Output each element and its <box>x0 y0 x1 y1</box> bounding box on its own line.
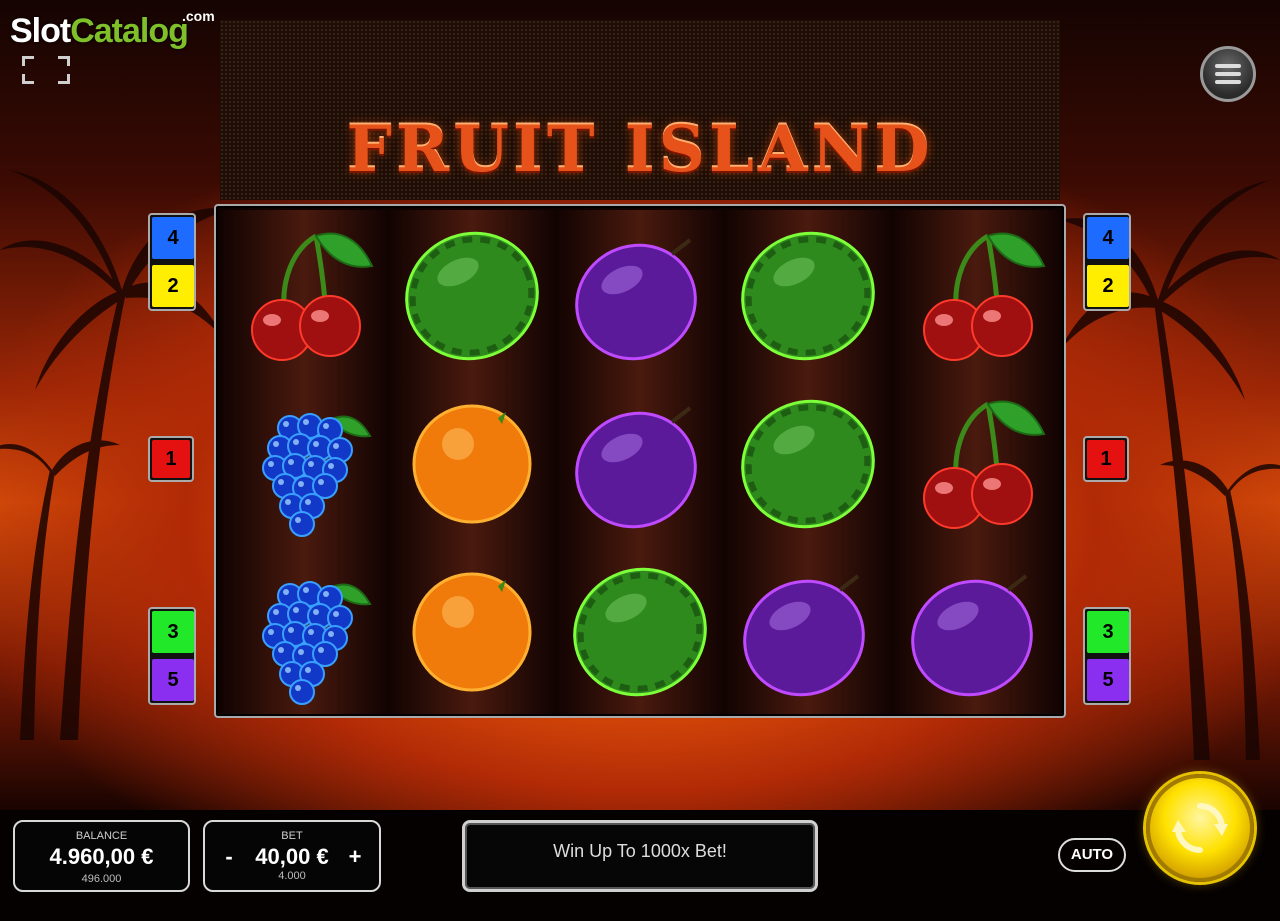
payline-indicator[interactable]: 3 <box>1085 609 1131 655</box>
reel-1 <box>220 210 388 714</box>
payline-group-right-bottom: 3 5 <box>1083 607 1131 705</box>
cherry-symbol <box>220 210 388 378</box>
orange-symbol <box>388 546 556 714</box>
payline-indicator[interactable]: 4 <box>150 215 196 261</box>
payline-indicator[interactable]: 2 <box>1085 263 1131 309</box>
watermark-logo: SlotCatalog .com <box>10 8 215 50</box>
watermelon-symbol <box>388 210 556 378</box>
payline-indicator[interactable]: 5 <box>150 657 196 703</box>
reel-2 <box>388 210 556 714</box>
bet-increase-button[interactable]: + <box>345 844 365 870</box>
menu-button[interactable] <box>1200 46 1256 102</box>
grapes-symbol <box>220 378 388 546</box>
hamburger-icon <box>1215 64 1241 84</box>
cherry-symbol <box>892 378 1060 546</box>
bet-value: 40,00 € <box>255 844 329 869</box>
plum-symbol <box>892 546 1060 714</box>
refresh-icon <box>1172 803 1228 853</box>
fullscreen-icon[interactable] <box>22 56 70 84</box>
autoplay-button[interactable]: AUTO <box>1058 838 1126 872</box>
bet-credits: 4.000 <box>278 870 306 882</box>
reel-5 <box>892 210 1060 714</box>
plum-symbol <box>556 210 724 378</box>
orange-symbol <box>388 378 556 546</box>
payline-group-right-top: 4 2 <box>1083 213 1131 311</box>
spin-button[interactable] <box>1146 774 1254 882</box>
payline-indicator[interactable]: 5 <box>1085 657 1131 703</box>
watermelon-symbol <box>556 546 724 714</box>
payline-indicator[interactable]: 1 <box>148 436 194 482</box>
balance-credits: 496.000 <box>81 873 122 885</box>
bet-panel: BET - 40,00 € + 4.000 <box>203 820 381 892</box>
payline-indicator[interactable]: 3 <box>150 609 196 655</box>
bet-decrease-button[interactable]: - <box>219 844 239 870</box>
bet-label: BET <box>281 830 303 842</box>
game-title: FRUIT ISLAND <box>346 112 934 187</box>
payline-group-left-top: 4 2 <box>148 213 196 311</box>
payline-group-left-bottom: 3 5 <box>148 607 196 705</box>
reel-4 <box>724 210 892 714</box>
message-panel: Win Up To 1000x Bet! <box>462 820 818 892</box>
reel-area <box>214 204 1066 718</box>
watermelon-symbol <box>724 210 892 378</box>
balance-label: BALANCE <box>75 830 128 842</box>
plum-symbol <box>724 546 892 714</box>
balance-value: 4.960,00 € <box>49 844 154 869</box>
balance-panel: BALANCE 4.960,00 € 496.000 <box>13 820 190 892</box>
payline-indicator[interactable]: 4 <box>1085 215 1131 261</box>
grapes-symbol <box>220 546 388 714</box>
reel-3 <box>556 210 724 714</box>
cherry-symbol <box>892 210 1060 378</box>
plum-symbol <box>556 378 724 546</box>
watermelon-symbol <box>724 378 892 546</box>
payline-indicator[interactable]: 1 <box>1083 436 1129 482</box>
payline-indicator[interactable]: 2 <box>150 263 196 309</box>
